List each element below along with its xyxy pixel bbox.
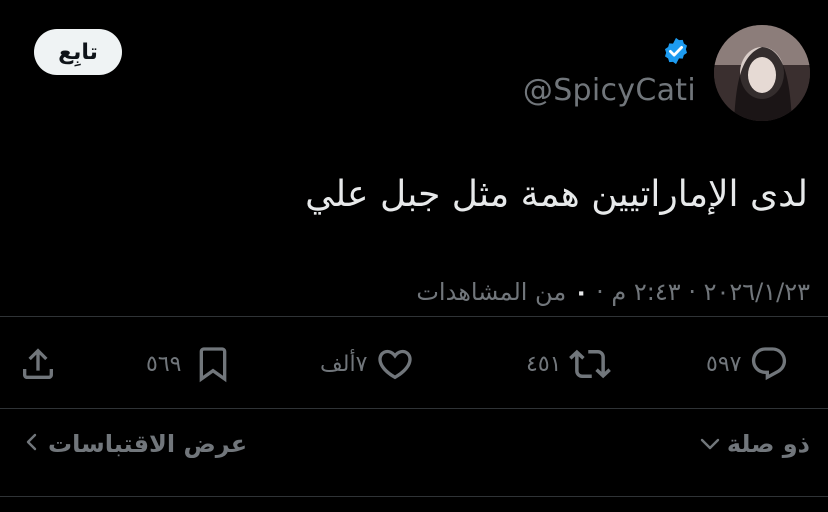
reply-count: ٥٩٧ [706,351,742,377]
heart-icon [378,349,413,380]
chevron-down-icon [699,430,721,458]
tweet-time[interactable]: ٢:٤٣ م [611,278,680,306]
tweet-text: لدى الإماراتيين همة مثل جبل علي [305,174,808,215]
repost-button[interactable]: ٤٥١ [526,336,612,392]
repost-icon [569,349,612,379]
tweet-date[interactable]: ٢٠٢٦/١/٢٣ [704,278,810,306]
follow-button[interactable]: تابِع [34,29,122,75]
meta-separator: · [688,278,696,306]
action-bar: ٥٩٧ ٤٥١ ٧ألف ٥٦٩ [0,336,828,392]
user-handle[interactable]: @SpicyCati [523,73,696,108]
view-quotes-label: عرض الاقتباسات [48,430,248,458]
views-label: من المشاهدات [416,278,567,306]
reply-icon [752,347,787,381]
divider [0,496,828,497]
avatar[interactable] [714,25,810,121]
related-label: ذو صلة [726,430,810,458]
bookmark-count: ٥٦٩ [146,351,182,377]
views-count: ٠ [573,278,589,306]
bookmark-icon [200,347,227,383]
reply-button[interactable]: ٥٩٧ [706,336,789,392]
verified-badge-icon [665,37,687,65]
divider [0,408,828,409]
avatar-image [714,25,810,121]
view-quotes-link[interactable]: عرض الاقتباسات [24,430,247,458]
related-dropdown[interactable]: ذو صلة [699,430,810,458]
divider [0,316,828,317]
like-count: ٧ألف [320,351,368,377]
like-button[interactable]: ٧ألف [320,336,415,392]
meta-separator: · [596,278,604,306]
share-icon [23,348,53,379]
repost-count: ٤٥١ [526,351,562,377]
bookmark-button[interactable]: ٥٦٩ [146,336,233,392]
tweet-meta: ٢٠٢٦/١/٢٣ · ٢:٤٣ م · ٠ من المشاهدات [416,278,810,306]
chevron-left-icon [24,430,40,458]
share-button[interactable] [18,336,58,392]
